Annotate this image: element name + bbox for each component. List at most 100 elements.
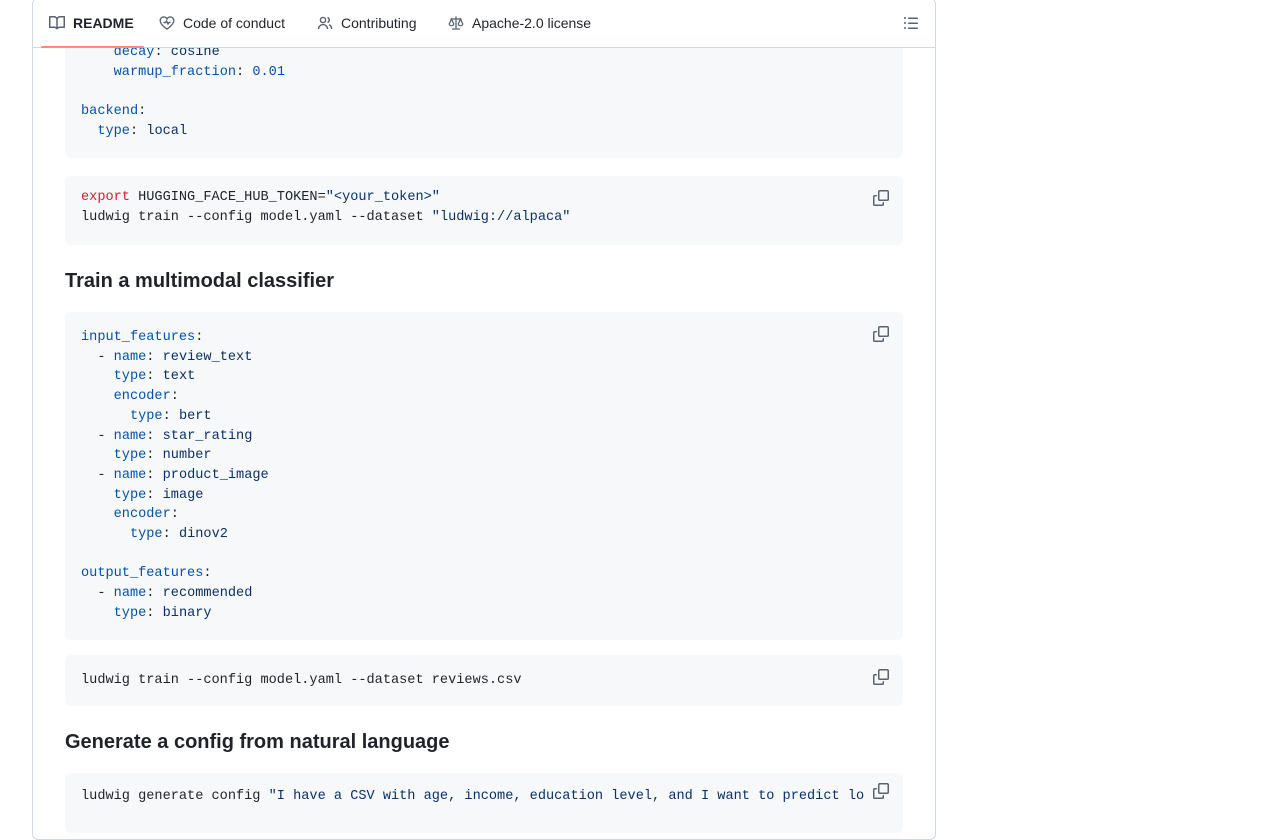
code-yaml-multimodal: input_features: - name: review_text type… xyxy=(65,312,903,624)
readme-tabbar: README Code of conduct Contributing Apac… xyxy=(33,0,935,48)
yaml-key: type xyxy=(113,487,147,503)
code-colon: : xyxy=(236,64,245,80)
yaml-value: recommended xyxy=(162,586,253,602)
code-text: HUGGING_FACE_HUB_TOKEN= xyxy=(129,190,326,205)
yaml-key: encoder xyxy=(113,507,171,523)
tab-label: README xyxy=(73,15,134,31)
copy-button[interactable] xyxy=(869,665,893,689)
copy-button[interactable] xyxy=(869,322,893,346)
copy-icon xyxy=(873,669,889,685)
yaml-key: type xyxy=(129,408,163,424)
code-block-train-reviews: ludwig train --config model.yaml --datas… xyxy=(65,655,903,706)
code-dash: - xyxy=(97,467,114,483)
list-unordered-icon xyxy=(904,17,918,29)
code-keyword: export xyxy=(81,190,130,205)
yaml-key: output_features xyxy=(81,566,204,582)
code-string: "ludwig://alpaca" xyxy=(431,209,571,225)
yaml-key: input_features xyxy=(81,330,196,345)
tab-license[interactable]: Apache-2.0 license xyxy=(448,0,591,47)
copy-icon xyxy=(873,783,889,799)
code-shell-train-llm: export HUGGING_FACE_HUB_TOKEN="<your_tok… xyxy=(65,176,903,227)
code-text: ludwig train --config model.yaml --datas… xyxy=(81,209,432,225)
code-colon: : xyxy=(138,104,147,120)
yaml-value: bert xyxy=(178,408,212,424)
code-text: ludwig train --config model.yaml --datas… xyxy=(81,673,522,688)
tab-label: Contributing xyxy=(341,15,417,31)
yaml-value: binary xyxy=(162,605,212,621)
readme-content: decay: cosine warmup_fraction: 0.01 back… xyxy=(33,0,935,839)
yaml-value: 0.01 xyxy=(252,64,285,80)
code-dash: - xyxy=(97,349,114,365)
code-colon: : xyxy=(162,408,171,424)
yaml-value: number xyxy=(162,448,212,464)
code-block-train-llm: export HUGGING_FACE_HUB_TOKEN="<your_tok… xyxy=(65,176,903,245)
copy-icon xyxy=(873,190,889,206)
outline-button[interactable] xyxy=(903,15,919,31)
yaml-key: encoder xyxy=(113,389,171,405)
heading-multimodal-classifier: Train a multimodal classifier xyxy=(65,270,334,292)
tab-label: Apache-2.0 license xyxy=(472,15,592,31)
yaml-value: image xyxy=(162,487,204,503)
yaml-value: dinov2 xyxy=(178,527,228,543)
yaml-value: review_text xyxy=(162,349,253,365)
code-dash: - xyxy=(97,428,114,444)
heading-generate-config: Generate a config from natural language xyxy=(65,731,450,753)
tab-contributing[interactable]: Contributing xyxy=(317,0,417,47)
yaml-key: type xyxy=(129,527,163,543)
code-dash: - xyxy=(97,586,114,602)
code-colon: : xyxy=(203,566,212,582)
yaml-value: product_image xyxy=(162,467,269,483)
code-shell-generate: ludwig generate config "I have a CSV wit… xyxy=(65,773,875,807)
tab-label: Code of conduct xyxy=(183,15,285,31)
yaml-key: type xyxy=(97,123,130,139)
code-colon: : xyxy=(129,123,139,139)
code-colon: : xyxy=(162,527,171,543)
yaml-key: type xyxy=(113,369,147,385)
law-icon xyxy=(448,16,464,30)
copy-icon xyxy=(873,326,889,342)
yaml-key: name xyxy=(113,349,147,365)
code-string: "I have a CSV with age, income, educatio… xyxy=(268,789,865,804)
heart-icon xyxy=(159,16,175,30)
copy-button[interactable] xyxy=(869,779,893,803)
code-colon: : xyxy=(170,389,179,405)
code-block-multimodal-config: input_features: - name: review_text type… xyxy=(65,312,903,640)
tab-readme[interactable]: README xyxy=(41,0,144,48)
people-icon xyxy=(317,16,333,30)
yaml-value: star_rating xyxy=(162,428,253,444)
yaml-key: name xyxy=(113,467,147,483)
code-block-generate-config: ludwig generate config "I have a CSV wit… xyxy=(65,773,903,833)
yaml-key: warmup_fraction xyxy=(113,64,237,80)
tab-code-of-conduct[interactable]: Code of conduct xyxy=(159,0,285,47)
code-text: ludwig generate config xyxy=(81,789,269,804)
yaml-value: local xyxy=(146,123,188,139)
yaml-key: type xyxy=(113,448,147,464)
readme-container: decay: cosine warmup_fraction: 0.01 back… xyxy=(32,0,936,840)
yaml-value: text xyxy=(162,369,196,385)
copy-button[interactable] xyxy=(869,186,893,210)
code-string: "<your_token>" xyxy=(325,190,440,205)
yaml-key: name xyxy=(113,586,147,602)
code-colon: : xyxy=(170,507,179,523)
